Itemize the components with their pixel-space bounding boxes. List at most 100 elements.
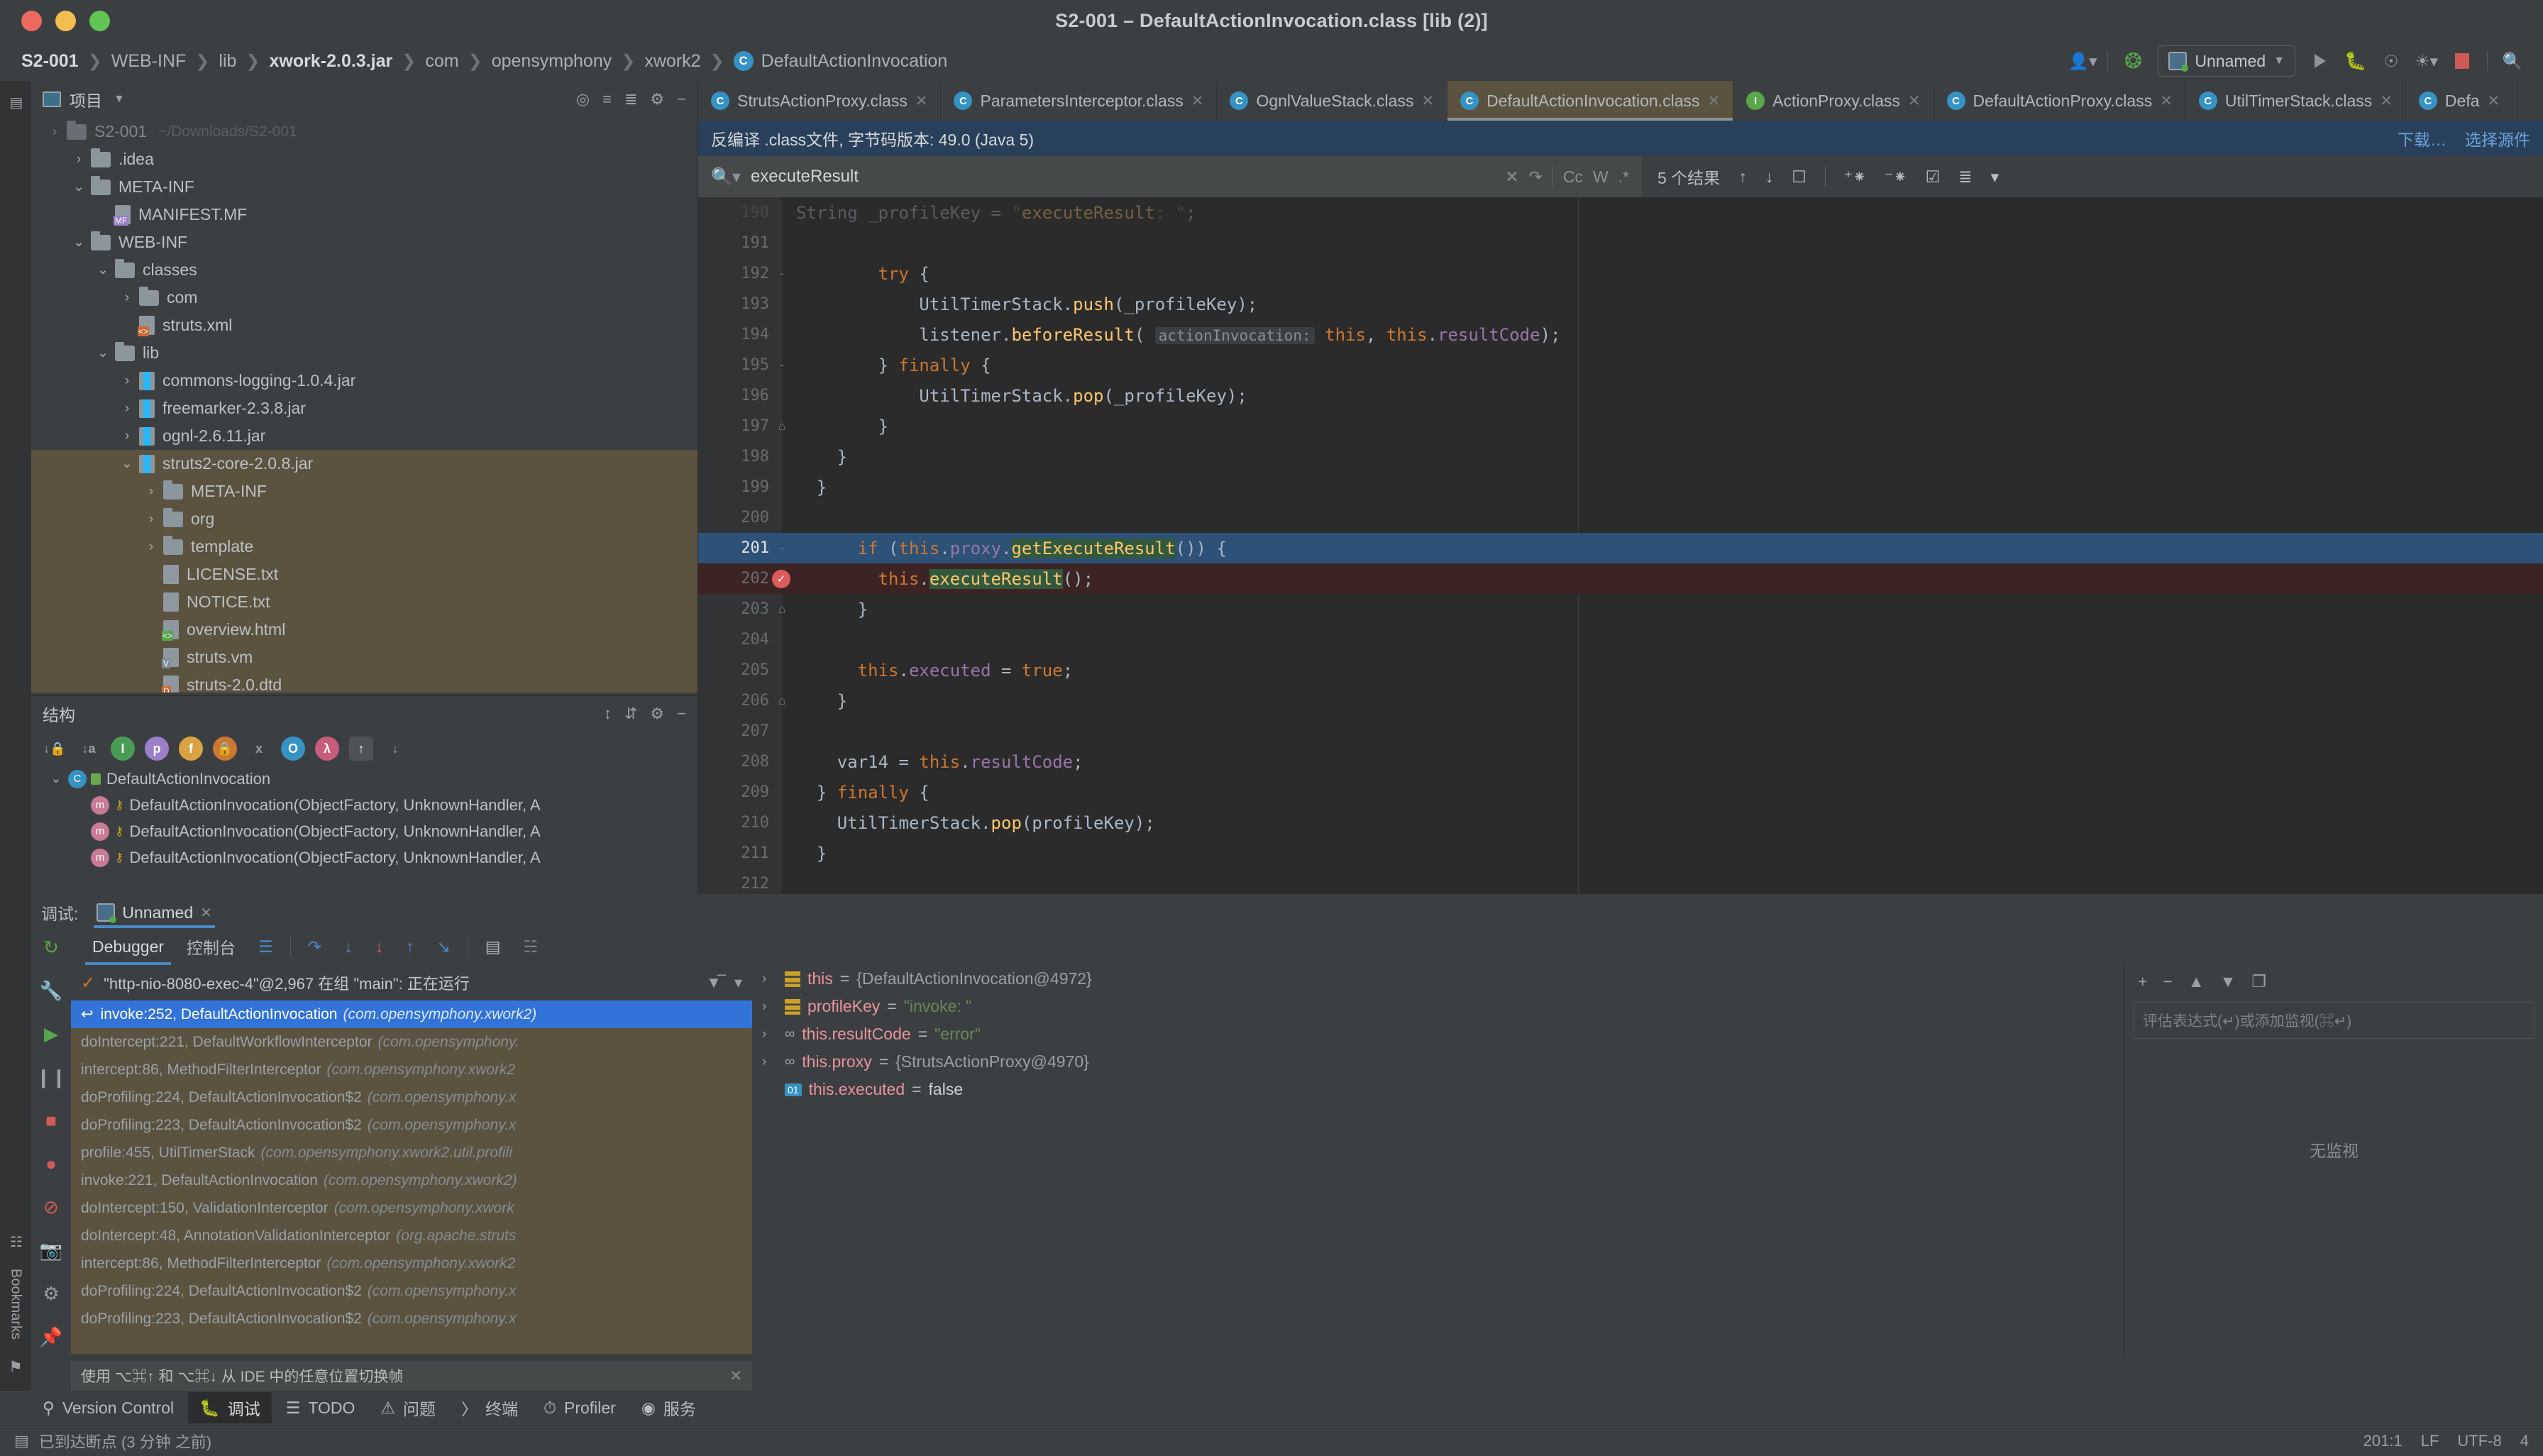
watch-expression-input[interactable]: 评估表达式(↵)或添加监视(⌘↵): [2134, 1002, 2534, 1039]
code-line[interactable]: 206 ⌂ }: [698, 685, 2543, 716]
filter-icon[interactable]: ▼̅: [706, 974, 722, 992]
chevron-right-icon[interactable]: ›: [115, 429, 139, 444]
call-stack-frame[interactable]: intercept:86, MethodFilterInterceptor (co…: [71, 1250, 752, 1277]
chevron-right-icon[interactable]: ›: [115, 290, 139, 306]
project-tree-item[interactable]: struts.vm: [31, 644, 697, 671]
show-properties-icon[interactable]: p: [145, 737, 169, 761]
collapse-all-icon[interactable]: ≣: [624, 90, 637, 109]
sort-alphabetically-icon[interactable]: ↓a: [77, 737, 101, 761]
code-fold-marker[interactable]: ⌂: [775, 602, 789, 617]
run-icon[interactable]: [2302, 45, 2338, 77]
structure-tree-item[interactable]: m ⚷ DefaultActionInvocation(ObjectFactory,…: [31, 844, 697, 871]
code-fold-marker[interactable]: -: [775, 358, 789, 373]
add-line-icon[interactable]: ⁺⁕: [1844, 167, 1866, 187]
profile-icon[interactable]: ☀▾: [2409, 45, 2444, 77]
hide-icon[interactable]: −: [677, 705, 686, 723]
variable-row[interactable]: › profileKey = "invoke: ": [762, 993, 2117, 1020]
code-fold-marker[interactable]: ⌂: [775, 419, 789, 434]
search-input[interactable]: 🔍▾ executeResult ✕ ↷ Cc W .*: [698, 156, 1642, 197]
chevron-right-icon[interactable]: ›: [762, 971, 778, 987]
variable-row[interactable]: › ∞ this.resultCode = "error": [762, 1020, 2117, 1048]
mute-breakpoints-icon[interactable]: ☵: [512, 928, 549, 965]
show-non-public-icon[interactable]: 🔒: [213, 737, 237, 761]
project-tree-item[interactable]: LICENSE.txt: [31, 561, 697, 588]
breadcrumb-item-lib[interactable]: lib: [219, 51, 236, 72]
evaluate-icon[interactable]: ▤: [474, 928, 512, 965]
structure-tree-item[interactable]: m ⚷ DefaultActionInvocation(ObjectFactory,…: [31, 792, 697, 818]
code-line[interactable]: 192- try {: [698, 258, 2543, 289]
project-tree-item[interactable]: ⌄ META-INF: [31, 173, 697, 201]
frames-icon[interactable]: ☰: [247, 928, 285, 965]
code-line[interactable]: 193 UtilTimerStack.push(_profileKey);: [698, 289, 2543, 319]
notifications-icon[interactable]: ⚑: [9, 1358, 23, 1377]
code-line[interactable]: 209 } finally {: [698, 777, 2543, 807]
download-sources-link[interactable]: 下载…: [2398, 126, 2447, 150]
remove-icon[interactable]: −: [2163, 972, 2172, 991]
editor-tab-bar[interactable]: C StrutsActionProxy.class ✕ C ParametersInte…: [698, 81, 2543, 121]
close-icon[interactable]: ✕: [1191, 92, 1204, 110]
debug-session-tab[interactable]: Unnamed ✕: [88, 897, 221, 928]
close-icon[interactable]: ✕: [2487, 92, 2500, 110]
call-stack-frame[interactable]: doProfiling:223, DefaultActionInvocation…: [71, 1111, 752, 1139]
breadcrumb-item-webinf[interactable]: WEB-INF: [111, 51, 187, 72]
project-tree-item[interactable]: › .idea: [31, 145, 697, 173]
editor-tab[interactable]: C ParametersInterceptor.class ✕: [941, 81, 1218, 121]
step-over-icon[interactable]: ↷: [297, 928, 333, 965]
code-line[interactable]: 205 this.executed = true;: [698, 655, 2543, 685]
tool-window-button[interactable]: ⚲ Version Control: [31, 1392, 185, 1423]
hide-icon[interactable]: −: [677, 90, 686, 109]
chevron-down-icon[interactable]: ▼: [114, 93, 125, 106]
copy-icon[interactable]: ❐: [2251, 972, 2266, 991]
tool-window-button[interactable]: ⚠ 问题: [369, 1392, 447, 1423]
caret-position[interactable]: 201:1: [2363, 1432, 2403, 1450]
variables-panel[interactable]: › this = {DefaultActionInvocation@4972} › pro…: [762, 965, 2117, 1354]
tool-window-button[interactable]: 〉 终端: [450, 1392, 529, 1423]
whole-words-toggle[interactable]: W: [1593, 167, 1609, 187]
variable-row[interactable]: 01 this.executed = false: [762, 1076, 2117, 1103]
code-line[interactable]: 196 UtilTimerStack.pop(_profileKey);: [698, 380, 2543, 411]
tool-window-button[interactable]: ◉ 服务: [630, 1392, 707, 1423]
chevron-down-icon[interactable]: ⌄: [67, 234, 91, 250]
structure-tree-item[interactable]: m ⚷ DefaultActionInvocation(ObjectFactory,…: [31, 818, 697, 844]
call-stack-frame[interactable]: doIntercept:48, AnnotationValidationInte…: [71, 1222, 752, 1250]
chevron-right-icon[interactable]: ›: [43, 124, 67, 140]
expand-all-icon[interactable]: ≡: [602, 90, 612, 109]
project-tree[interactable]: › S2-001 ~/Downloads/S2-001 › .idea ⌄ META-INF…: [31, 118, 697, 693]
code-line[interactable]: 201- if (this.proxy.getExecuteResult()) …: [698, 533, 2543, 563]
project-tree-item[interactable]: ⌄ lib: [31, 339, 697, 367]
chevron-right-icon[interactable]: ›: [762, 1054, 778, 1070]
project-tree-item[interactable]: › ognl-2.6.11.jar: [31, 422, 697, 450]
settings-icon[interactable]: 🔧: [40, 980, 62, 1002]
project-tree-item[interactable]: › freemarker-2.3.8.jar: [31, 395, 697, 422]
filter-icon[interactable]: ▾: [1991, 167, 1999, 187]
resume-icon[interactable]: ▶: [44, 1023, 58, 1045]
show-fields-icon[interactable]: f: [179, 737, 203, 761]
breadcrumb-item-project[interactable]: S2-001: [21, 51, 79, 72]
tool-window-button[interactable]: ☰ TODO: [275, 1392, 367, 1423]
call-stack-frame[interactable]: intercept:86, MethodFilterInterceptor (co…: [71, 1056, 752, 1083]
settings-icon[interactable]: ⚙: [650, 90, 664, 109]
search-icon[interactable]: 🔍: [2495, 45, 2530, 77]
code-line[interactable]: 207: [698, 716, 2543, 746]
coverage-icon[interactable]: ☉: [2373, 45, 2409, 77]
arrow-down-icon[interactable]: ↓: [1765, 167, 1774, 187]
tool-window-button[interactable]: ⏱ Profiler: [532, 1392, 627, 1423]
close-icon[interactable]: ✕: [729, 1367, 742, 1385]
collapse-all-icon[interactable]: ↓: [383, 737, 407, 761]
call-stack-frame[interactable]: doIntercept:221, DefaultWorkflowIntercep…: [71, 1028, 752, 1056]
step-out-icon[interactable]: ↑: [395, 928, 426, 965]
close-icon[interactable]: ✕: [2160, 92, 2173, 110]
show-inherited-icon[interactable]: I: [111, 737, 135, 761]
structure-icon[interactable]: ☷: [7, 1233, 24, 1250]
structure-tree-item[interactable]: ⌄ C DefaultActionInvocation: [31, 766, 697, 792]
collapse-all-icon[interactable]: ⇵: [624, 705, 637, 723]
code-line[interactable]: 210 UtilTimerStack.pop(profileKey);: [698, 807, 2543, 838]
close-icon[interactable]: ✕: [2380, 92, 2393, 110]
indent-size[interactable]: 4: [2520, 1432, 2529, 1450]
close-icon[interactable]: ✕: [1908, 92, 1921, 110]
account-icon[interactable]: 👤▾: [2065, 45, 2100, 77]
show-anonymous-icon[interactable]: O: [281, 737, 305, 761]
show-lambdas-icon[interactable]: λ: [315, 737, 339, 761]
breadcrumb-item-com[interactable]: com: [425, 51, 458, 72]
chevron-right-icon[interactable]: ›: [115, 401, 139, 417]
